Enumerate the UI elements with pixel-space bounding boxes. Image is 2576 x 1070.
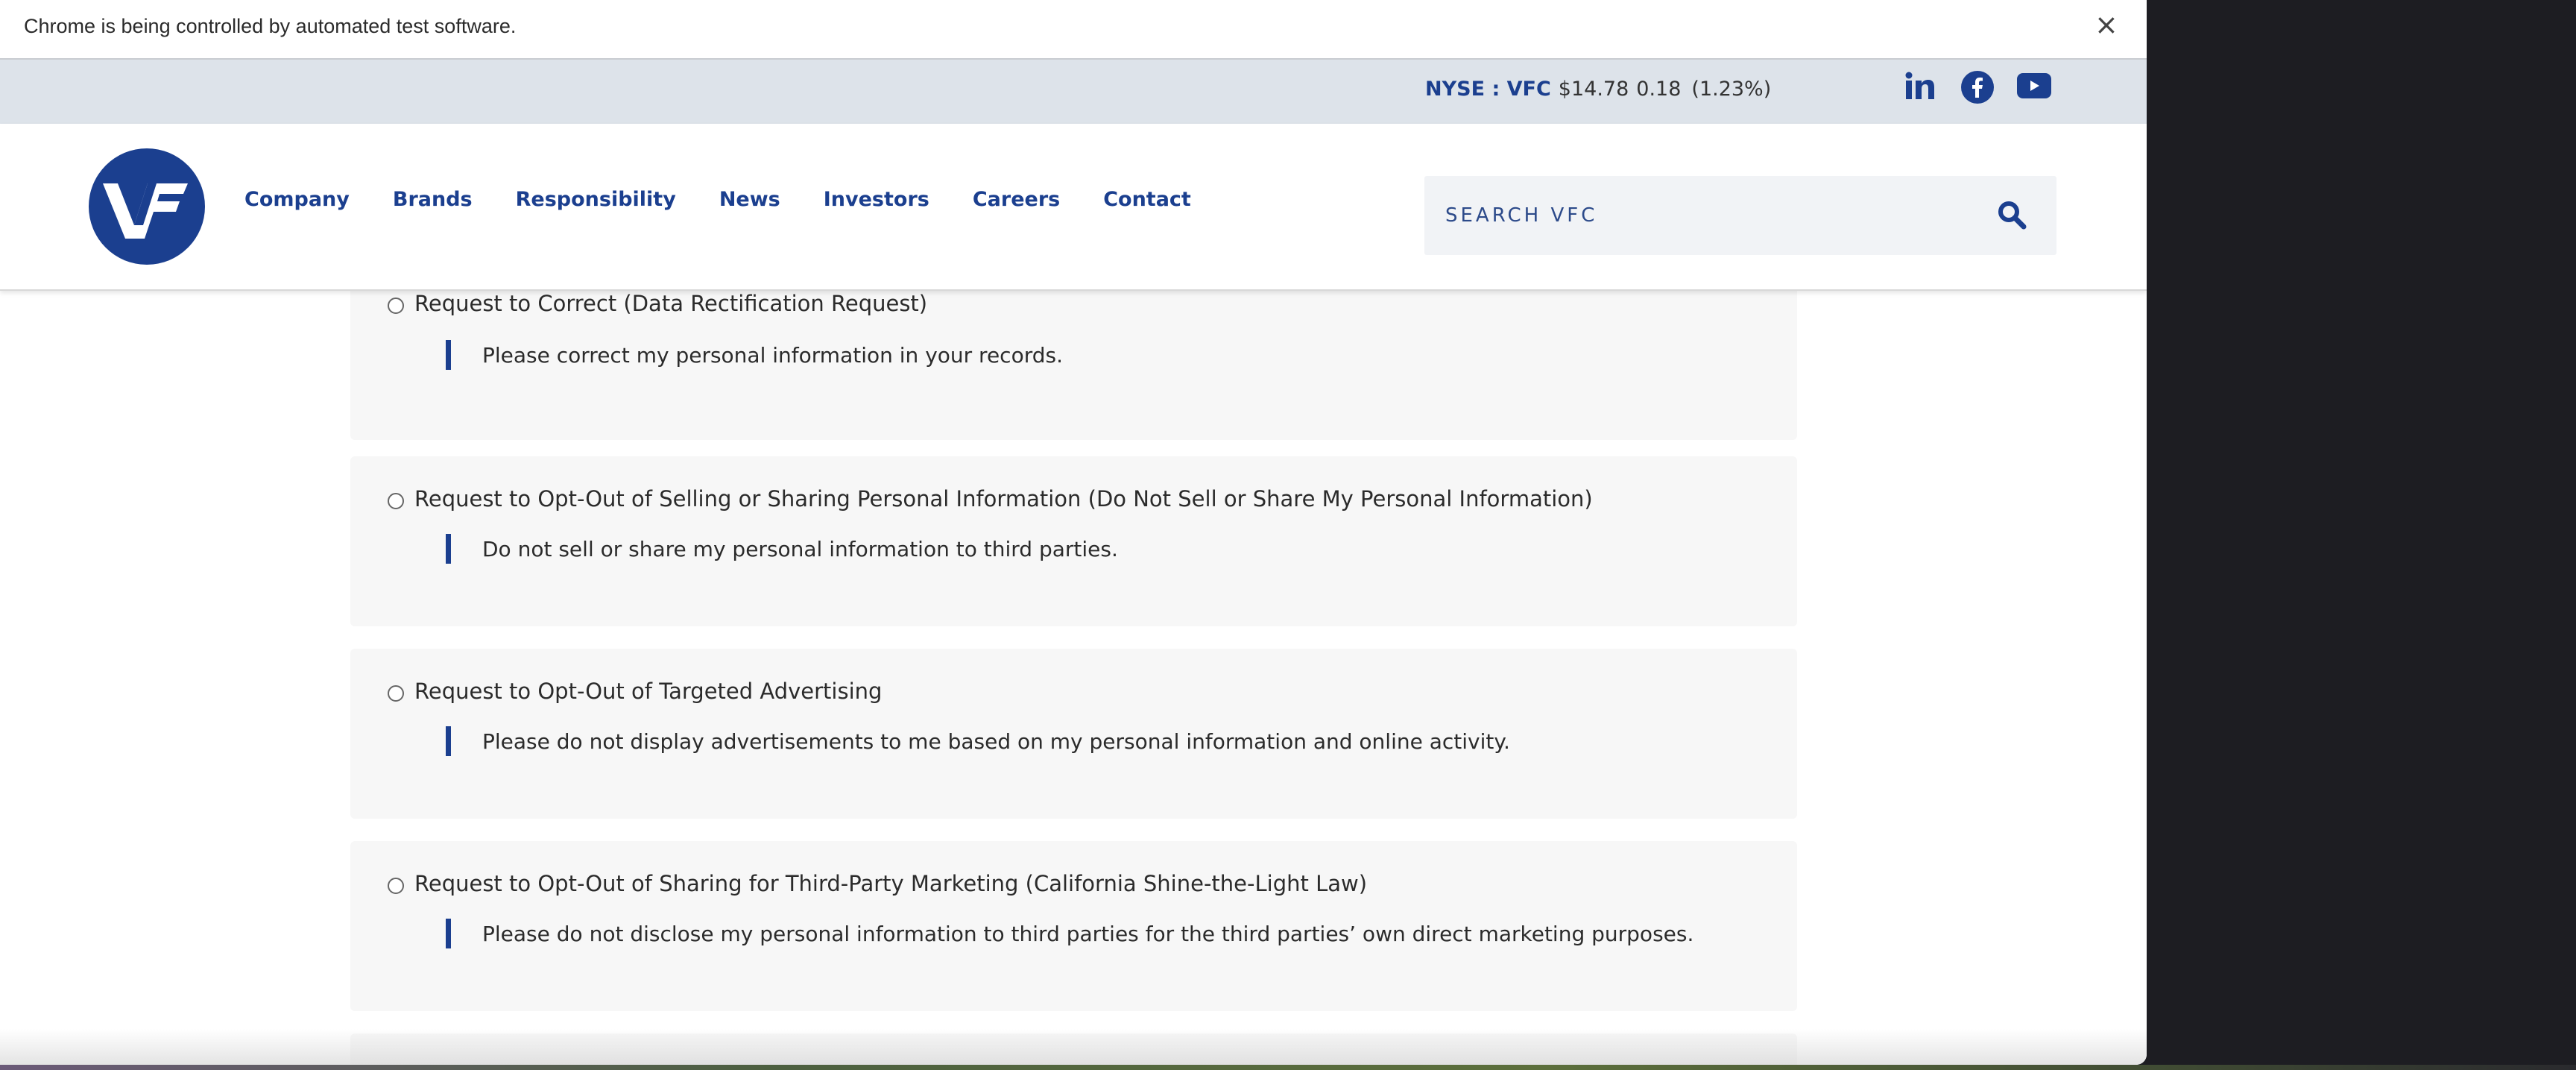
request-option-card: Request to Opt-Out of Selling or Sharing…	[350, 456, 1797, 626]
search-input[interactable]	[1444, 197, 1969, 234]
stock-percent: (1.23%)	[1691, 78, 1772, 101]
request-option-card: Request to Correct (Data Rectification R…	[350, 274, 1797, 440]
stock-change: 0.18	[1636, 78, 1682, 101]
facebook-icon[interactable]	[1960, 70, 1995, 107]
quote-bar	[446, 340, 451, 370]
close-infobar-button[interactable]: ×	[2094, 10, 2118, 39]
request-option: Request to Opt-Out of Selling or Sharing…	[388, 486, 1593, 512]
main-nav: Company Brands Responsibility News Inves…	[244, 188, 1234, 211]
youtube-icon[interactable]	[2017, 73, 2051, 101]
description-text: Please do not disclose my personal infor…	[482, 921, 1694, 946]
nav-responsibility[interactable]: Responsibility	[516, 188, 676, 211]
description-text: Do not sell or share my personal informa…	[482, 536, 1118, 561]
option-label[interactable]: Request to Correct (Data Rectification R…	[414, 291, 927, 316]
nav-investors[interactable]: Investors	[824, 188, 929, 211]
stock-ticker: NYSE : VFC $14.78 0.18 (1.23%)	[1425, 78, 1771, 101]
quote-bar	[446, 919, 451, 948]
utility-bar: NYSE : VFC $14.78 0.18 (1.23%)	[0, 60, 2147, 124]
nav-news[interactable]: News	[719, 188, 780, 211]
automation-message: Chrome is being controlled by automated …	[24, 15, 517, 37]
option-description: Please do not disclose my personal infor…	[446, 919, 1693, 948]
radio-button[interactable]	[388, 878, 404, 894]
automation-infobar: Chrome is being controlled by automated …	[0, 0, 2147, 60]
request-option: Request to Correct (Data Rectification R…	[388, 291, 927, 316]
request-option-card: Request to Opt-Out of Targeted Advertisi…	[350, 649, 1797, 819]
option-label[interactable]: Request to Opt-Out of Sharing for Third-…	[414, 871, 1367, 896]
request-option: Request to Opt-Out of Sharing for Third-…	[388, 871, 1367, 896]
site-header: Company Brands Responsibility News Inves…	[0, 124, 2147, 291]
desktop-background	[0, 1065, 2576, 1070]
request-option: Request to Opt-Out of Targeted Advertisi…	[388, 679, 882, 704]
nav-contact[interactable]: Contact	[1103, 188, 1191, 211]
linkedin-icon[interactable]	[1905, 72, 1935, 103]
search-icon[interactable]	[1997, 200, 2027, 230]
stock-price: $14.78	[1558, 78, 1629, 101]
browser-window: Chrome is being controlled by automated …	[0, 0, 2147, 1065]
option-description: Please correct my personal information i…	[446, 340, 1063, 370]
option-description: Do not sell or share my personal informa…	[446, 534, 1118, 564]
radio-button[interactable]	[388, 685, 404, 702]
quote-bar	[446, 534, 451, 564]
nav-brands[interactable]: Brands	[393, 188, 473, 211]
privacy-request-form: Request to Correct (Data Rectification R…	[0, 274, 2147, 1065]
nav-careers[interactable]: Careers	[973, 188, 1060, 211]
description-text: Please do not display advertisements to …	[482, 728, 1510, 754]
radio-button[interactable]	[388, 298, 404, 314]
search-box	[1424, 176, 2056, 255]
window-bottom-shadow	[0, 1029, 2147, 1065]
vf-logo[interactable]	[88, 148, 206, 265]
radio-button[interactable]	[388, 493, 404, 509]
option-label[interactable]: Request to Opt-Out of Selling or Sharing…	[414, 486, 1593, 512]
description-text: Please correct my personal information i…	[482, 342, 1063, 368]
option-description: Please do not display advertisements to …	[446, 726, 1510, 756]
stock-symbol[interactable]: NYSE : VFC	[1425, 78, 1551, 101]
quote-bar	[446, 726, 451, 756]
option-label[interactable]: Request to Opt-Out of Targeted Advertisi…	[414, 679, 882, 704]
nav-company[interactable]: Company	[244, 188, 350, 211]
request-option-card: Request to Opt-Out of Sharing for Third-…	[350, 841, 1797, 1011]
